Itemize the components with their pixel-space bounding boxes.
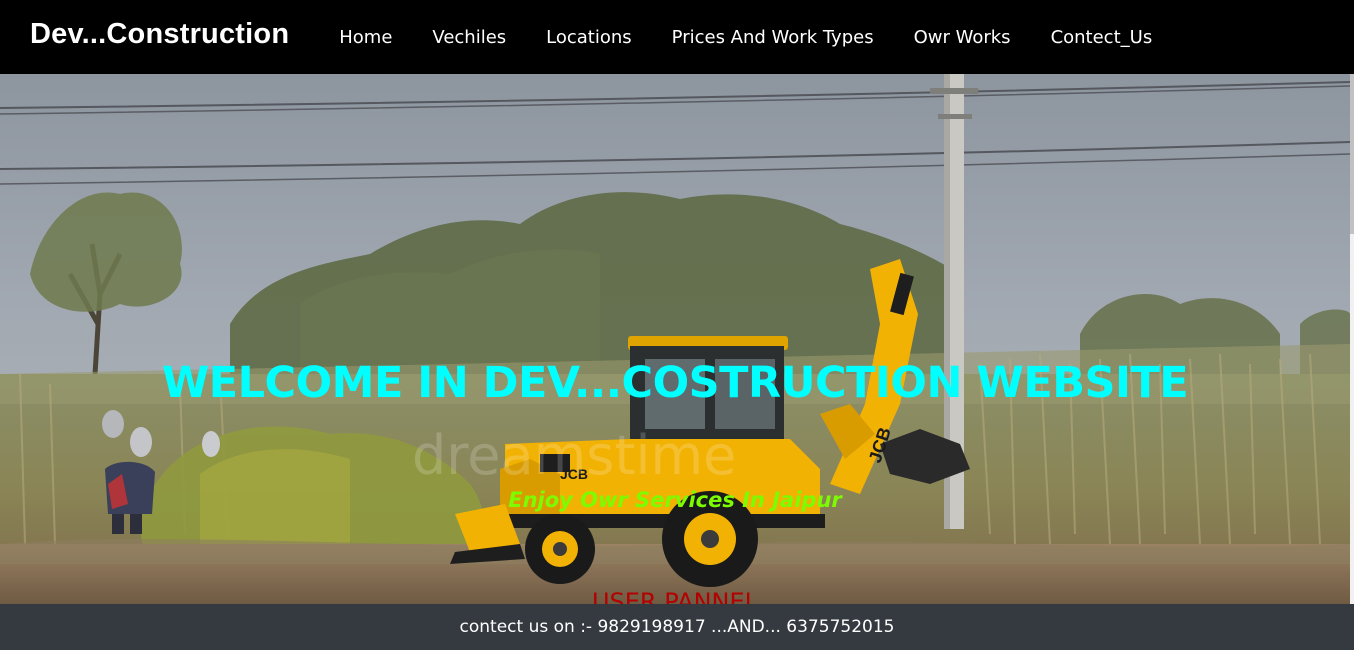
hero-banner: JCB JCB dreamstime (0, 74, 1350, 604)
nav-prices-work-types[interactable]: Prices And Work Types (672, 27, 874, 48)
nav-contact-us[interactable]: Contect_Us (1051, 27, 1153, 48)
nav-locations[interactable]: Locations (546, 27, 632, 48)
scrollbar-thumb[interactable] (1350, 74, 1354, 234)
hero-background-image: JCB JCB dreamstime (0, 74, 1350, 604)
nav-menu: Home Vechiles Locations Prices And Work … (339, 27, 1192, 48)
brand-logo[interactable]: Dev...Construction (30, 18, 289, 51)
nav-home[interactable]: Home (339, 27, 392, 48)
scrollbar[interactable] (1350, 74, 1354, 604)
nav-our-works[interactable]: Owr Works (914, 27, 1011, 48)
navbar: Dev...Construction Home Vechiles Locatio… (0, 0, 1354, 74)
hero-subtitle: Enjoy Owr Services In Jaipur (508, 488, 842, 512)
welcome-heading: WELCOME IN DEV...COSTRUCTION WEBSITE (161, 358, 1189, 408)
user-panel-heading: USER PANNEL (591, 588, 759, 616)
watermark: dreamstime (412, 424, 736, 487)
footer-contact-bar: contect us on :- 9829198917 ...AND... 63… (0, 604, 1354, 650)
nav-vehicles[interactable]: Vechiles (432, 27, 506, 48)
footer-contact-text: contect us on :- 9829198917 ...AND... 63… (459, 617, 895, 637)
